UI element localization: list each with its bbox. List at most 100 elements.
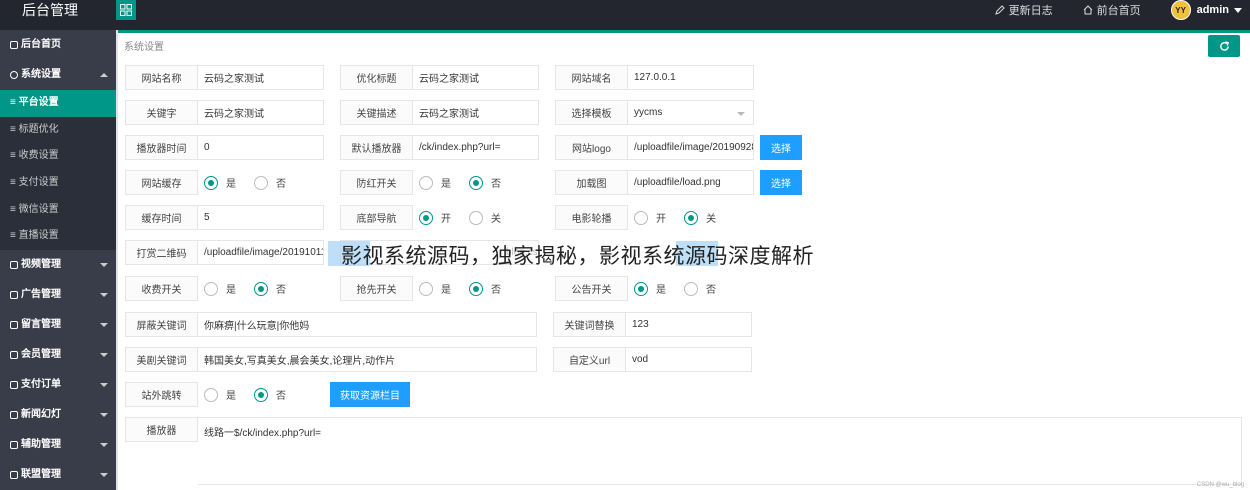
kw-desc-label: 关键描述 [340, 100, 413, 125]
offsite-label: 站外跳转 [125, 382, 198, 407]
block-kw-input[interactable]: 你麻痹|什么玩意|你他妈 [198, 312, 537, 337]
sidebar-item-ads[interactable]: 广告管理 [0, 280, 116, 310]
preempt-no-radio[interactable]: 否 [469, 281, 501, 296]
template-select[interactable]: yycms [628, 100, 754, 125]
home-icon [1083, 5, 1092, 15]
player-textarea[interactable]: 线路一$/ck/index.php?url= [198, 417, 1242, 485]
us-kw-input[interactable]: 韩国美女,写真美女,晨会美女,论理片,动作片 [198, 347, 537, 372]
default-player-input[interactable]: /ck/index.php?url= [413, 135, 539, 160]
radio-circle [469, 281, 483, 296]
sidebar-item-aux[interactable]: 辅助管理 [0, 430, 116, 460]
carousel-field: 电影轮播 开 关 [555, 205, 734, 230]
sidebar-item-messages[interactable]: 留言管理 [0, 310, 116, 340]
opt-title-input[interactable]: 云码之家测试 [413, 65, 539, 90]
domain-input[interactable]: 127.0.0.1 [628, 65, 754, 90]
chevron-down-icon[interactable] [1234, 7, 1242, 13]
sidebar-item-live[interactable]: ≡ 直播设置 [0, 223, 116, 250]
block-kw-field: 屏蔽关键词 你麻痹|什么玩意|你他妈 [125, 312, 537, 337]
announce-label: 公告开关 [555, 276, 628, 301]
default-player-label: 默认播放器 [340, 135, 413, 160]
carousel-off-radio[interactable]: 关 [684, 210, 716, 225]
chevron-up-icon [100, 73, 108, 77]
offsite-radios: 是 否 [198, 382, 304, 407]
bottom-nav-off-radio[interactable]: 关 [469, 210, 501, 225]
sidebar-item-orders[interactable]: 支付订单 [0, 370, 116, 400]
sidebar-item-platform[interactable]: ≡ 平台设置 [0, 90, 116, 117]
frontend-home-link[interactable]: 前台首页 [1083, 2, 1141, 18]
sidebar-item-payment[interactable]: ≡ 支付设置 [0, 170, 116, 197]
sidebar-item-wechat[interactable]: ≡ 微信设置 [0, 197, 116, 224]
sidebar: 后台首页 系统设置 ≡ 平台设置 ≡ 标题优化 ≡ 收费设置 ≡ 支付设置 ≡ … [0, 30, 116, 490]
sidebar-item-label: 广告管理 [21, 289, 61, 301]
loading-input[interactable]: /uploadfile/load.png [628, 170, 754, 195]
avatar[interactable]: YY [1170, 0, 1191, 20]
radio-label: 否 [276, 391, 286, 402]
sidebar-item-label: 辅助管理 [21, 439, 61, 451]
sidebar-item-slides[interactable]: 新闻幻灯 [0, 400, 116, 430]
logo-input[interactable]: /uploadfile/image/20190928/: [628, 135, 754, 160]
radio-label: 否 [706, 285, 716, 296]
charge-no-radio[interactable]: 否 [254, 281, 286, 296]
loading-label: 加载图 [555, 170, 628, 195]
grid-icon [120, 4, 132, 16]
cache-time-label: 缓存时间 [125, 205, 198, 230]
keywords-input[interactable]: 云码之家测试 [198, 100, 324, 125]
cache-radios: 是 否 [198, 170, 304, 195]
carousel-on-radio[interactable]: 开 [634, 210, 666, 225]
sidebar-item-video[interactable]: 视频管理 [0, 250, 116, 280]
sidebar-item-title-opt[interactable]: ≡ 标题优化 [0, 117, 116, 144]
us-kw-field: 美剧关键词 韩国美女,写真美女,晨会美女,论理片,动作片 [125, 347, 537, 372]
message-icon [10, 321, 18, 330]
anti-red-yes-radio[interactable]: 是 [419, 175, 451, 190]
anti-red-no-radio[interactable]: 否 [469, 175, 501, 190]
loading-pick-button[interactable]: 选择 [760, 170, 802, 195]
radio-circle [204, 281, 218, 296]
cache-time-input[interactable]: 5 [198, 205, 324, 230]
chevron-down-icon [100, 413, 108, 418]
radio-circle [469, 210, 483, 225]
fetch-resource-button[interactable]: 获取资源栏目 [330, 382, 410, 407]
charge-yes-radio[interactable]: 是 [204, 281, 236, 296]
anti-red-field: 防红开关 是 否 [340, 170, 519, 195]
anti-red-radios: 是 否 [413, 170, 519, 195]
refresh-button[interactable] [1208, 35, 1240, 57]
offsite-no-radio[interactable]: 否 [254, 387, 286, 402]
radio-label: 是 [226, 285, 236, 296]
user-name[interactable]: admin [1197, 4, 1229, 16]
sidebar-item-league[interactable]: 联盟管理 [0, 460, 116, 490]
offsite-yes-radio[interactable]: 是 [204, 387, 236, 402]
keywords-label: 关键字 [125, 100, 198, 125]
sidebar-item-home[interactable]: 后台首页 [0, 30, 116, 60]
qr-label: 打赏二维码 [125, 240, 198, 265]
sidebar-item-members[interactable]: 会员管理 [0, 340, 116, 370]
update-log-link[interactable]: 更新日志 [994, 2, 1053, 18]
qr-input[interactable]: /uploadfile/image/20191011/2 [198, 240, 324, 265]
bottom-nav-on-radio[interactable]: 开 [419, 210, 451, 225]
kw-replace-input[interactable]: 123 [626, 312, 752, 337]
sidebar-item-charge[interactable]: ≡ 收费设置 [0, 143, 116, 170]
kw-desc-input[interactable]: 云码之家测试 [413, 100, 539, 125]
template-label: 选择模板 [555, 100, 628, 125]
site-name-input[interactable]: 云码之家测试 [198, 65, 324, 90]
logo-field: 网站logo /uploadfile/image/20190928/: [555, 135, 754, 160]
player-time-input[interactable]: 0 [198, 135, 324, 160]
cache-field: 网站缓存 是 否 [125, 170, 304, 195]
cache-no-radio[interactable]: 否 [254, 175, 286, 190]
opt-title-field: 优化标题 云码之家测试 [340, 65, 539, 90]
preempt-yes-radio[interactable]: 是 [419, 281, 451, 296]
menu-toggle-button[interactable] [116, 0, 136, 20]
link-icon [10, 471, 18, 480]
sidebar-item-system[interactable]: 系统设置 [0, 60, 116, 90]
domain-field: 网站域名 127.0.0.1 [555, 65, 754, 90]
announce-no-radio[interactable]: 否 [684, 281, 716, 296]
kw-replace-field: 关键词替换 123 [553, 312, 752, 337]
custom-url-input[interactable]: vod [626, 347, 752, 372]
preempt-radios: 是 否 [413, 276, 519, 301]
brand-title: 后台管理 [22, 2, 78, 18]
cache-yes-radio[interactable]: 是 [204, 175, 236, 190]
announce-yes-radio[interactable]: 是 [634, 281, 666, 296]
block-kw-label: 屏蔽关键词 [125, 312, 198, 337]
logo-pick-button[interactable]: 选择 [760, 135, 802, 160]
opt-title-label: 优化标题 [340, 65, 413, 90]
frontend-home-label: 前台首页 [1096, 5, 1141, 17]
